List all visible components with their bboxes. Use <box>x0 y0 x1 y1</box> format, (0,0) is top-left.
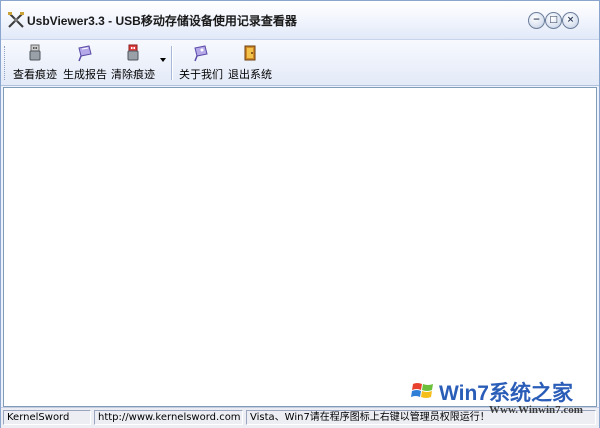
records-view[interactable] <box>3 87 597 407</box>
watermark: Win7系统之家 Www.Winwin7.com <box>399 377 599 421</box>
generate-report-label: 生成报告 <box>63 68 107 81</box>
watermark-brand: Win7系统之家 <box>439 382 573 405</box>
window-title: UsbViewer3.3 - USB移动存储设备使用记录查看器 <box>27 14 297 28</box>
view-usb-icon <box>29 44 41 61</box>
clear-traces-dropdown-icon[interactable] <box>160 58 166 62</box>
clear-traces-label: 清除痕迹 <box>111 68 155 81</box>
toolbar: 查看痕迹 生成报告 清除痕迹 关于我们 退出系统 <box>1 40 599 86</box>
about-us-label: 关于我们 <box>179 68 223 81</box>
windows-logo-icon <box>411 383 433 398</box>
close-button[interactable]: × <box>562 12 579 29</box>
status-author: KernelSword <box>3 410 91 425</box>
toolbar-grip[interactable] <box>4 46 7 80</box>
crossed-swords-icon <box>8 12 24 28</box>
clear-traces-button[interactable]: 清除痕迹 <box>109 44 157 82</box>
about-us-button[interactable]: 关于我们 <box>177 44 225 82</box>
exit-system-label: 退出系统 <box>228 68 272 81</box>
report-icon <box>78 45 92 62</box>
watermark-url: Www.Winwin7.com <box>489 404 583 416</box>
maximize-button[interactable]: □ <box>545 12 562 29</box>
app-window: UsbViewer3.3 - USB移动存储设备使用记录查看器 − □ × 查看… <box>0 0 600 428</box>
view-traces-label: 查看痕迹 <box>13 68 57 81</box>
title-bar[interactable]: UsbViewer3.3 - USB移动存储设备使用记录查看器 − □ × <box>1 1 599 40</box>
minimize-button[interactable]: − <box>528 12 545 29</box>
about-icon <box>194 45 208 62</box>
exit-icon <box>244 45 256 61</box>
generate-report-button[interactable]: 生成报告 <box>61 44 109 82</box>
toolbar-separator <box>171 46 173 80</box>
exit-system-button[interactable]: 退出系统 <box>226 44 274 82</box>
view-traces-button[interactable]: 查看痕迹 <box>11 44 59 82</box>
clear-usb-icon <box>127 44 139 61</box>
status-website: http://www.kernelsword.com <box>94 410 243 425</box>
